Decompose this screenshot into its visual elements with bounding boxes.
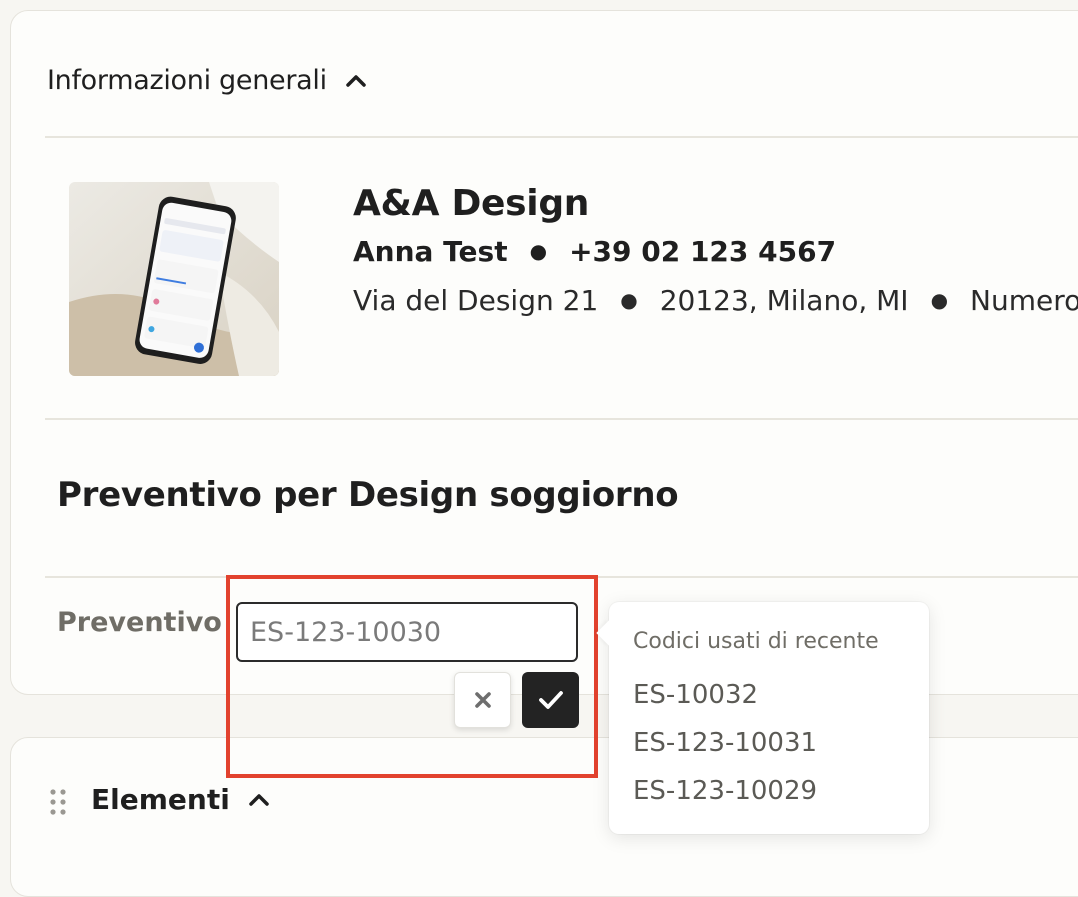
confirm-button[interactable] bbox=[522, 672, 579, 728]
general-info-header[interactable]: Informazioni generali bbox=[47, 65, 367, 96]
contact-name: Anna Test bbox=[353, 235, 508, 268]
recent-codes-popover: Codici usati di recente ES-10032 ES-123-… bbox=[609, 602, 929, 834]
recent-code-item[interactable]: ES-123-10029 bbox=[633, 776, 817, 806]
contact-line: Anna Test ● +39 02 123 4567 bbox=[353, 235, 836, 268]
general-info-title: Informazioni generali bbox=[47, 65, 327, 96]
quote-title: Preventivo per Design soggiorno bbox=[57, 475, 679, 515]
close-icon bbox=[474, 692, 491, 708]
address-line: Via del Design 21 ● 20123, Milano, MI ● Nume… bbox=[353, 284, 1078, 317]
recent-code-item[interactable]: ES-10032 bbox=[633, 680, 758, 710]
recent-code-item[interactable]: ES-123-10031 bbox=[633, 728, 817, 758]
elements-header[interactable]: Elementi bbox=[91, 783, 270, 816]
elements-title: Elementi bbox=[91, 783, 230, 816]
contact-phone: +39 02 123 4567 bbox=[569, 235, 837, 268]
quote-code-input[interactable] bbox=[236, 602, 578, 662]
chevron-up-icon[interactable] bbox=[248, 793, 270, 807]
quote-code-label: Preventivo bbox=[57, 607, 222, 638]
divider bbox=[45, 576, 1078, 578]
check-icon bbox=[538, 691, 563, 709]
address-extra: Numero d bbox=[970, 284, 1078, 317]
cancel-button[interactable] bbox=[454, 672, 511, 728]
separator-dot: ● bbox=[620, 288, 638, 312]
address-street: Via del Design 21 bbox=[353, 284, 599, 317]
drag-handle-icon[interactable] bbox=[49, 788, 67, 816]
address-city: 20123, Milano, MI bbox=[659, 284, 909, 317]
chevron-up-icon[interactable] bbox=[345, 74, 367, 88]
general-info-card: Informazioni generali A&A Design Anna Te… bbox=[10, 10, 1078, 695]
divider bbox=[45, 136, 1078, 138]
divider bbox=[45, 418, 1078, 420]
company-name: A&A Design bbox=[353, 183, 590, 224]
company-photo bbox=[69, 182, 279, 376]
recent-codes-title: Codici usati di recente bbox=[633, 629, 879, 654]
separator-dot: ● bbox=[529, 239, 548, 263]
separator-dot: ● bbox=[930, 288, 949, 312]
